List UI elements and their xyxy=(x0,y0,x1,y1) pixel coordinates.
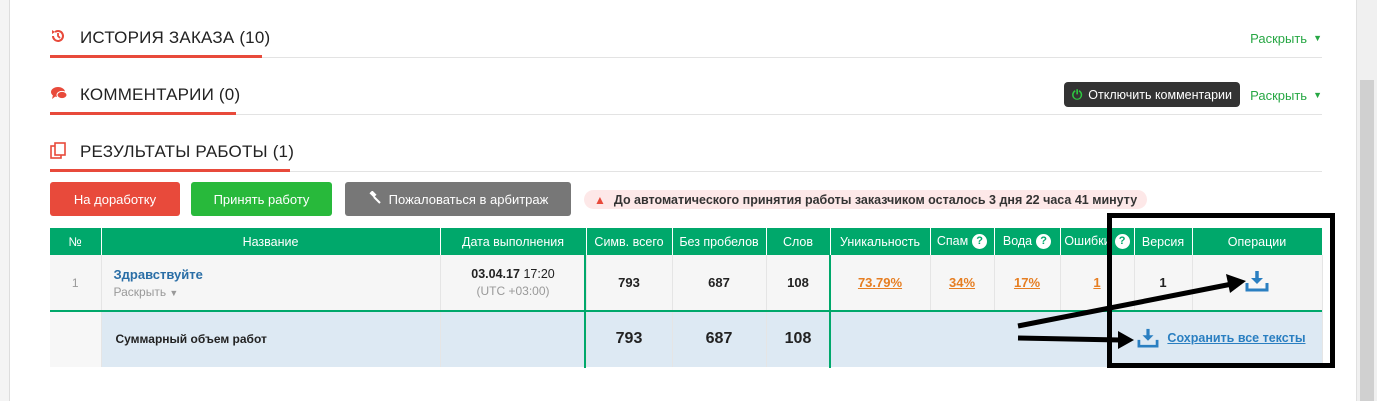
rework-label: На доработку xyxy=(73,191,157,207)
row-no-spaces: 687 xyxy=(672,255,767,312)
uniqueness-link[interactable]: 73.79% xyxy=(858,275,902,290)
results-title-text: РЕЗУЛЬТАТЫ РАБОТЫ (1) xyxy=(80,142,295,161)
rework-button[interactable]: На доработку xyxy=(50,182,180,216)
row-time: 17:20 xyxy=(523,267,555,282)
copy-icon xyxy=(50,141,70,163)
row-spam-cell: 34% xyxy=(930,255,995,312)
total-date-cell xyxy=(440,311,587,367)
history-title: ИСТОРИЯ ЗАКАЗА (10) xyxy=(50,18,270,58)
caret-down-icon: ▼ xyxy=(1313,33,1322,43)
history-underline xyxy=(50,55,262,58)
row-date: 03.04.17 17:20 xyxy=(441,267,586,281)
header-name: Название xyxy=(101,228,441,255)
scrollbar-thumb[interactable] xyxy=(1360,80,1374,401)
comments-expand-label: Раскрыть xyxy=(1250,87,1308,103)
comments-section: КОММЕНТАРИИ (0) ⏻ Отключить комментарии … xyxy=(50,75,1322,115)
header-date: Дата выполнения xyxy=(440,228,587,255)
auto-accept-warning: ▲ До автоматического принятия работы зак… xyxy=(584,190,1148,209)
water-link[interactable]: 17% xyxy=(1014,275,1040,290)
header-spam: Спам? xyxy=(930,228,995,255)
help-icon[interactable]: ? xyxy=(1036,234,1052,250)
row-date-cell: 03.04.17 17:20 (UTC +03:00) xyxy=(440,255,587,312)
help-icon[interactable]: ? xyxy=(972,234,988,250)
warning-text: До автоматического принятия работы заказ… xyxy=(613,192,1138,207)
header-chars: Симв. всего xyxy=(586,228,673,255)
accept-label: Принять работу xyxy=(213,191,310,207)
comments-expand-link[interactable]: Раскрыть ▼ xyxy=(1250,75,1322,115)
caret-down-icon: ▼ xyxy=(1313,90,1322,100)
accept-work-button[interactable]: Принять работу xyxy=(191,182,332,216)
total-chars: 793 xyxy=(586,311,673,367)
arbitrage-label: Пожаловаться в арбитраж xyxy=(388,191,549,207)
history-title-text: ИСТОРИЯ ЗАКАЗА (10) xyxy=(80,28,271,47)
spam-link[interactable]: 34% xyxy=(949,275,975,290)
row-name-cell: Здравствуйте Раскрыть ▼ xyxy=(101,255,441,312)
results-title: РЕЗУЛЬТАТЫ РАБОТЫ (1) xyxy=(50,132,294,172)
errors-link[interactable]: 1 xyxy=(1093,275,1100,290)
disable-comments-button[interactable]: ⏻ Отключить комментарии xyxy=(1063,82,1240,107)
annotation-box xyxy=(1107,213,1335,368)
total-blank-cell xyxy=(50,311,102,367)
history-icon xyxy=(50,28,70,48)
history-section: ИСТОРИЯ ЗАКАЗА (10) Раскрыть ▼ xyxy=(50,18,1322,58)
comments-icon xyxy=(50,86,70,105)
row-water-cell: 17% xyxy=(994,255,1061,312)
page: ИСТОРИЯ ЗАКАЗА (10) Раскрыть ▼ КОММЕНТАРИ… xyxy=(0,0,1377,401)
warning-icon: ▲ xyxy=(594,192,606,207)
gavel-icon xyxy=(368,190,381,207)
row-words: 108 xyxy=(766,255,831,312)
header-water-label: Вода xyxy=(1002,233,1033,248)
row-expand-label: Раскрыть xyxy=(113,284,167,299)
comments-title: КОММЕНТАРИИ (0) xyxy=(50,75,240,115)
comments-underline xyxy=(50,112,236,115)
total-no-spaces: 687 xyxy=(672,311,767,367)
results-section: РЕЗУЛЬТАТЫ РАБОТЫ (1) xyxy=(50,132,1322,172)
text-title-link[interactable]: Здравствуйте xyxy=(114,267,440,282)
header-water: Вода? xyxy=(994,228,1061,255)
results-underline xyxy=(50,169,290,172)
arbitrage-button[interactable]: Пожаловаться в арбитраж xyxy=(345,182,571,216)
row-num: 1 xyxy=(50,255,102,312)
history-expand-link[interactable]: Раскрыть ▼ xyxy=(1250,18,1322,58)
caret-down-icon: ▼ xyxy=(169,287,179,298)
history-expand-label: Раскрыть xyxy=(1250,30,1308,46)
power-icon: ⏻ xyxy=(1071,86,1083,102)
row-date-value: 03.04.17 xyxy=(471,267,520,282)
header-words: Слов xyxy=(766,228,831,255)
header-spam-label: Спам xyxy=(936,233,969,248)
window-left-edge xyxy=(0,0,10,401)
header-num: № xyxy=(50,228,102,255)
comments-title-text: КОММЕНТАРИИ (0) xyxy=(80,85,241,104)
row-timezone: (UTC +03:00) xyxy=(476,284,550,299)
header-no-spaces: Без пробелов xyxy=(672,228,767,255)
total-words: 108 xyxy=(766,311,831,367)
header-errors-label: Ошибки xyxy=(1064,233,1111,248)
total-label: Суммарный объем работ xyxy=(101,311,441,367)
row-chars: 793 xyxy=(586,255,673,312)
row-expand-link[interactable]: Раскрыть ▼ xyxy=(114,285,440,299)
header-uniqueness: Уникальность xyxy=(830,228,931,255)
row-uniqueness-cell: 73.79% xyxy=(830,255,931,312)
disable-comments-label: Отключить комментарии xyxy=(1088,87,1232,102)
